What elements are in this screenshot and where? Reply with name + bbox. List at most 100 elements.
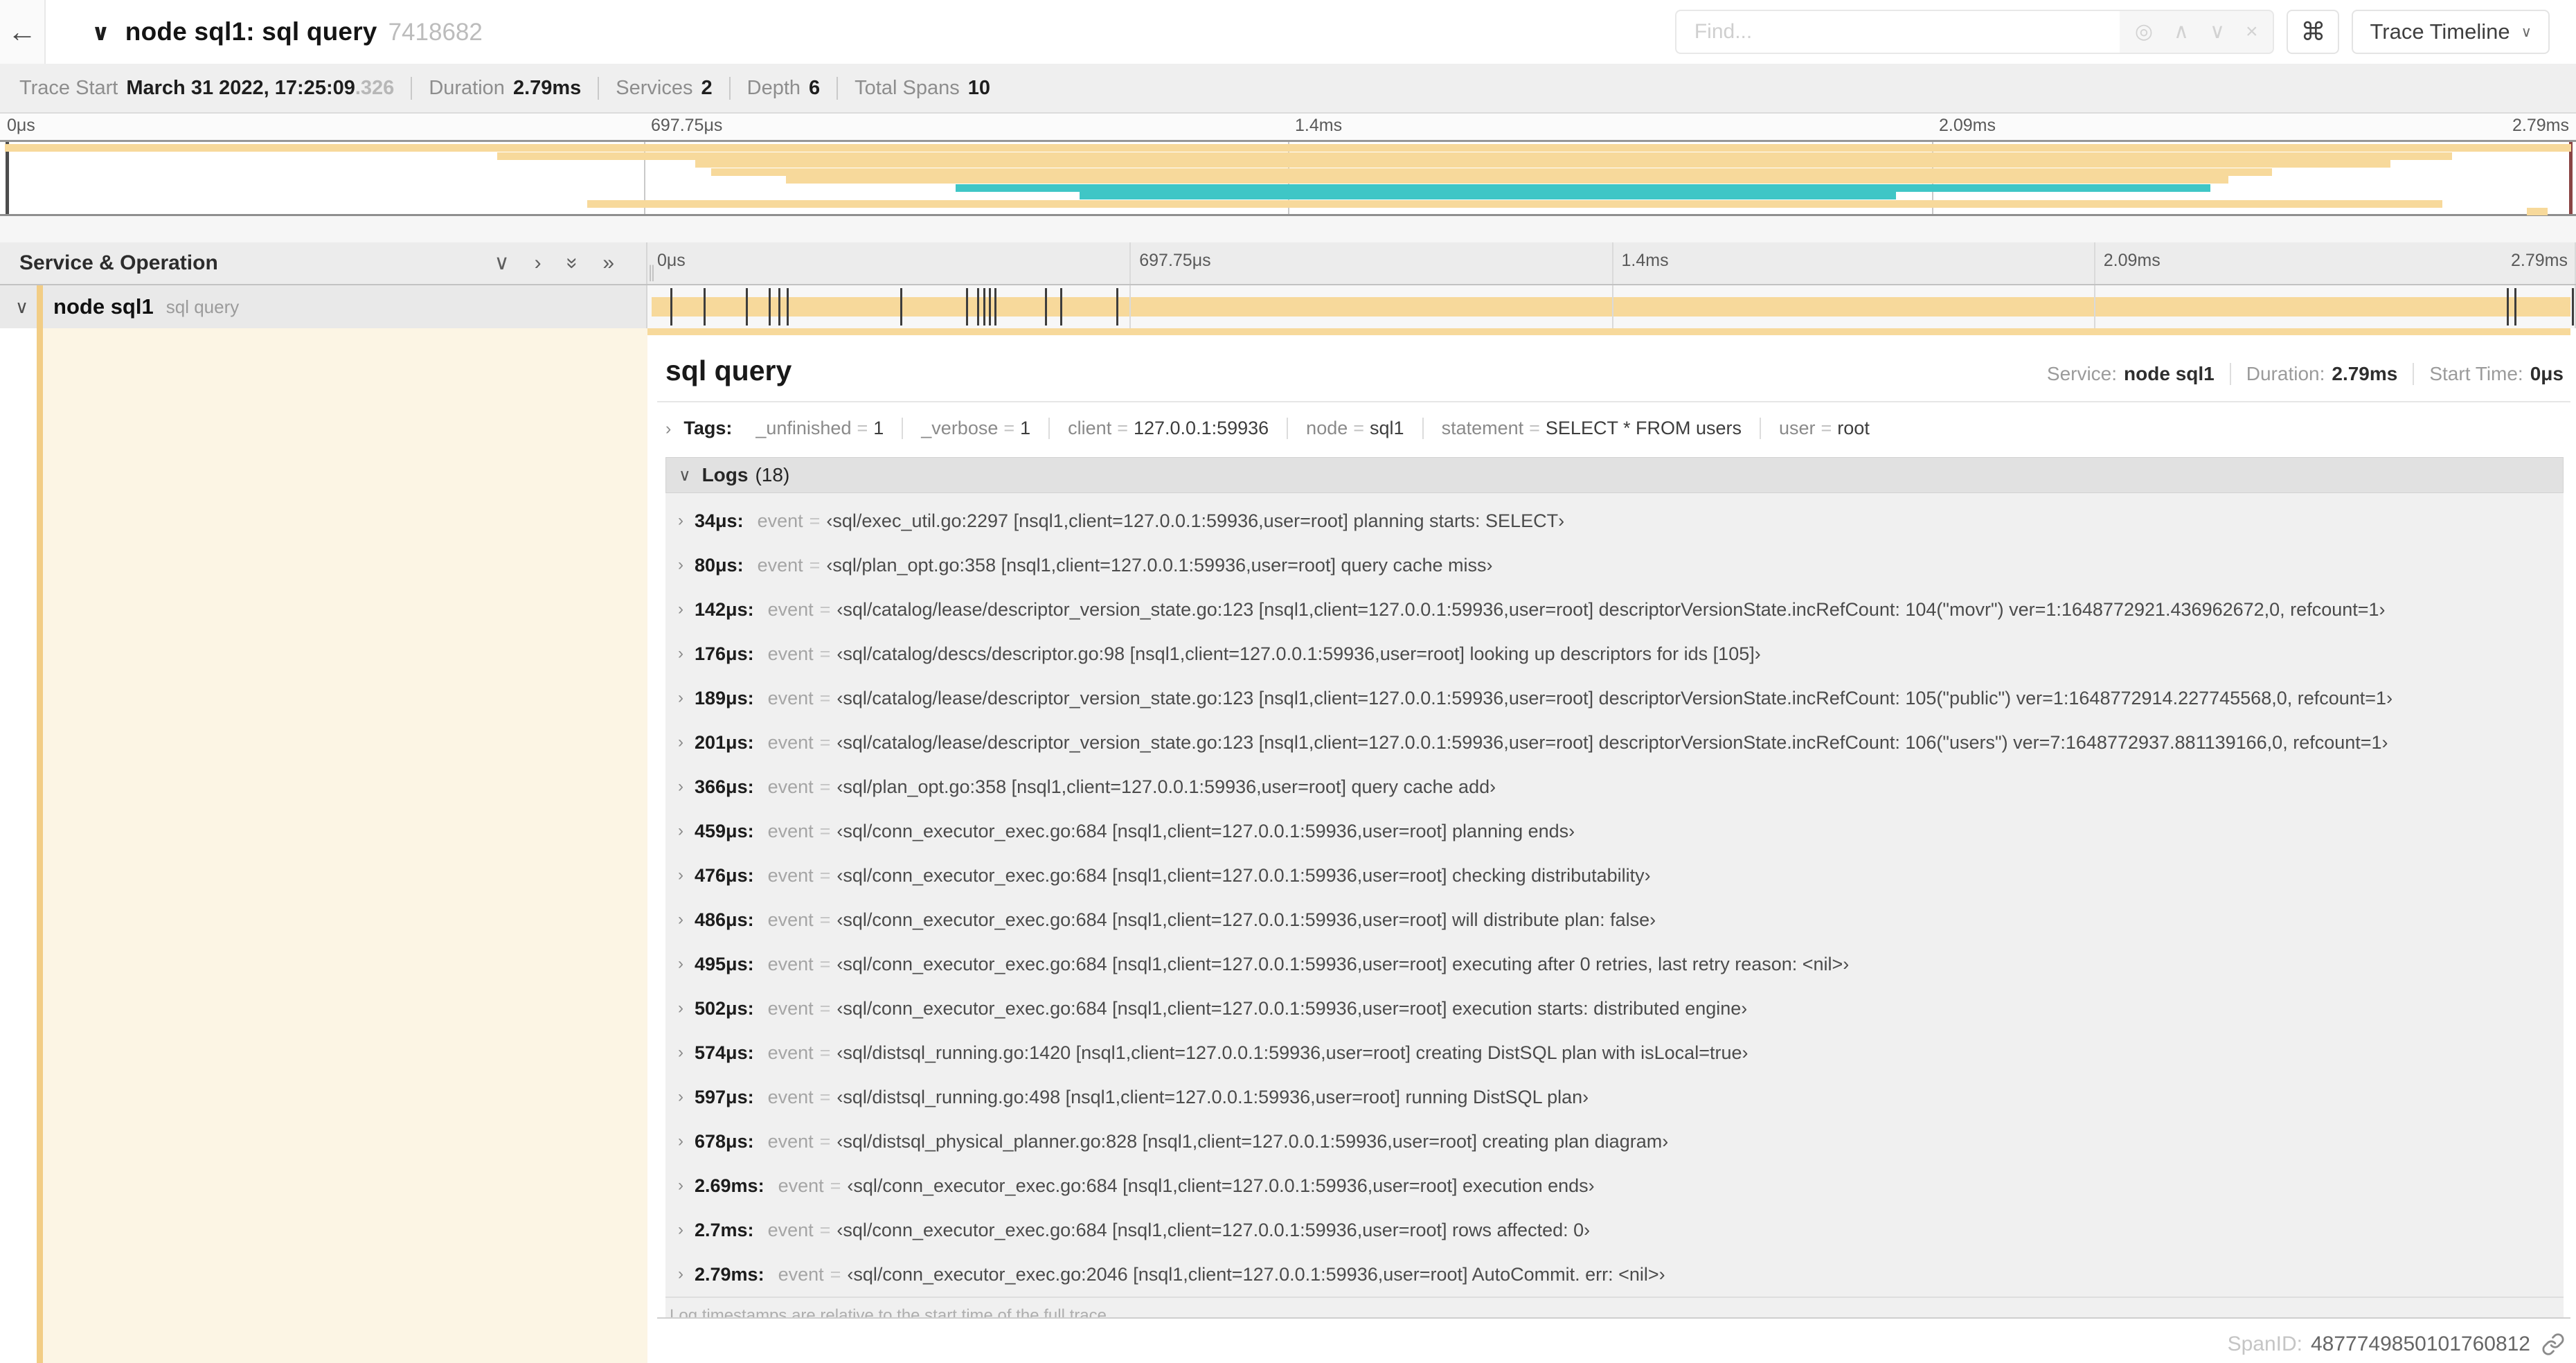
span-detail-card: sql query Service: node sql1 Duration: 2.79… [657,335,2570,1319]
span-operation-name: sql query [166,296,240,317]
tags-accordion[interactable]: › Tags: _unfinished = 1 _verbose = 1 client = 12… [657,402,2570,453]
next-result-icon[interactable]: ∨ [2210,21,2225,42]
span-row-name-cell[interactable]: ∨ node sql1 sql query [0,285,647,328]
log-timestamp: 459μs: [695,820,754,841]
log-row[interactable]: › 574μs: event = ‹sql/distsql_running.go:142… [665,1031,2564,1075]
view-selector-button[interactable]: Trace Timeline ∨ [2352,10,2550,54]
log-marker-tick [2506,288,2509,326]
log-marker-tick [769,288,771,326]
log-field-value: ‹sql/distsql_physical_planner.go:828 [ns… [837,1130,1669,1152]
log-row[interactable]: › 486μs: event = ‹sql/conn_executor_exec.go:… [665,898,2564,942]
prev-result-icon[interactable]: ∧ [2174,21,2189,42]
summary-value: 10 [967,76,990,99]
keyboard-shortcuts-button[interactable]: ⌘ [2287,10,2340,54]
minimap-span-bar [956,184,2210,192]
equals-sign: = [819,953,831,974]
back-button[interactable]: ← [0,0,46,64]
log-field-key: event [757,510,803,531]
log-row[interactable]: › 176μs: event = ‹sql/catalog/descs/descript… [665,632,2564,676]
span-meta-label: Duration: [2246,363,2325,384]
logs-title: Logs [701,464,749,485]
equals-sign: = [819,598,831,620]
summary-value: 2 [701,76,713,99]
log-field-key: event [757,554,803,576]
log-marker-tick [786,288,789,326]
log-field-key: event [767,687,814,709]
search-input[interactable] [1674,10,2120,54]
chevron-right-icon: › [678,954,683,973]
log-row[interactable]: › 495μs: event = ‹sql/conn_executor_exec.go:… [665,942,2564,986]
chevron-right-icon: › [678,1176,683,1195]
expand-one-icon[interactable]: › [535,253,542,274]
span-meta-label: Service: [2046,363,2118,384]
summary-item: Trace Start March 31 2022, 17:25:09.326 [19,77,394,100]
chevron-down-icon[interactable]: ∨ [15,296,28,318]
equals-sign: = [1529,418,1540,438]
log-marker-tick [1044,288,1047,326]
span-color-strip [647,328,2570,335]
log-field-value: ‹sql/conn_executor_exec.go:684 [nsql1,cl… [837,909,1656,930]
trace-id: 7418682 [388,19,483,46]
trace-title-wrap: ∨ node sql1: sql query 7418682 [91,17,483,46]
copy-link-icon[interactable] [2541,1333,2565,1356]
summary-value: 2.79ms [512,76,582,99]
trace-minimap[interactable] [0,140,2576,216]
summary-value: March 31 2022, 17:25:09 [126,76,355,99]
log-row[interactable]: › 2.79ms: event = ‹sql/conn_executor_exec.go… [665,1252,2564,1297]
log-row[interactable]: › 597μs: event = ‹sql/distsql_running.go:498… [665,1075,2564,1119]
log-row[interactable]: › 189μs: event = ‹sql/catalog/lease/descript… [665,676,2564,720]
log-row[interactable]: › 502μs: event = ‹sql/conn_executor_exec.go:… [665,986,2564,1031]
span-duration-bar[interactable] [652,297,2570,317]
log-field-key: event [767,731,814,753]
minimap-span-bar [587,199,2442,208]
log-row[interactable]: › 80μs: event = ‹sql/plan_opt.go:358 [nsql1,… [665,543,2564,587]
log-row[interactable]: › 678μs: event = ‹sql/distsql_physical_plann… [665,1119,2564,1164]
log-row[interactable]: › 366μs: event = ‹sql/plan_opt.go:358 [nsql1… [665,765,2564,809]
log-field-key: event [767,776,814,797]
log-timestamp: 486μs: [695,909,754,930]
minimap-right-scrubber[interactable] [2569,142,2573,214]
log-row[interactable]: › 201μs: event = ‹sql/catalog/lease/descript… [665,720,2564,765]
equals-sign: = [819,1042,831,1063]
ruler-tick-label: 1.4ms [1295,116,1343,135]
chevron-down-icon[interactable]: ∨ [91,19,110,46]
expanded-row-backdrop [43,328,647,1363]
expand-all-icon[interactable]: » [602,253,614,274]
tag-key: node [1306,418,1348,438]
log-timestamp: 80μs: [695,554,744,576]
chevron-right-icon: › [678,1132,683,1150]
log-field-key: event [767,643,814,664]
column-resizer-handle[interactable]: ∥ [647,262,656,283]
scope-icon[interactable]: ◎ [2135,21,2153,42]
minimap-span-bar [710,168,2273,176]
span-detail-header: sql query Service: node sql1 Duration: 2.79… [657,335,2570,402]
clear-search-icon[interactable]: × [2246,21,2258,42]
find-group: ◎ ∧ ∨ × [1674,10,2275,54]
ruler-tick-label: 697.75μs [651,116,723,135]
log-row[interactable]: › 142μs: event = ‹sql/catalog/lease/descript… [665,587,2564,632]
log-timestamp: 495μs: [695,953,754,974]
log-row[interactable]: › 2.69ms: event = ‹sql/conn_executor_exec.go… [665,1164,2564,1208]
equals-sign: = [830,1175,841,1196]
ruler-tick-label: 2.09ms [1939,116,1996,135]
chevron-right-icon: › [678,777,683,796]
log-marker-tick [988,288,991,326]
timeline-tick-label: 1.4ms [1621,251,1669,270]
span-id-label: SpanID: [2227,1333,2302,1355]
log-row[interactable]: › 34μs: event = ‹sql/exec_util.go:2297 [nsql… [665,499,2564,543]
equals-sign: = [819,864,831,886]
log-timestamp: 2.69ms: [695,1175,764,1196]
logs-header[interactable]: ∨ Logs (18) [665,457,2564,493]
timeline-column-line [2093,285,2095,328]
log-row[interactable]: › 476μs: event = ‹sql/conn_executor_exec.go:… [665,853,2564,898]
equals-sign: = [809,554,821,576]
collapse-all-icon[interactable]: » [561,258,584,269]
minimap-left-scrubber[interactable] [6,142,9,214]
service-color-stripe [37,328,43,1363]
log-row[interactable]: › 459μs: event = ‹sql/conn_executor_exec.go:… [665,809,2564,853]
log-field-key: event [767,864,814,886]
collapse-one-icon[interactable]: ∨ [494,253,510,274]
log-field-value: ‹sql/distsql_running.go:498 [nsql1,clien… [837,1086,1589,1107]
log-row[interactable]: › 2.7ms: event = ‹sql/conn_executor_exec.go:… [665,1208,2564,1252]
chevron-right-icon: › [678,600,683,618]
